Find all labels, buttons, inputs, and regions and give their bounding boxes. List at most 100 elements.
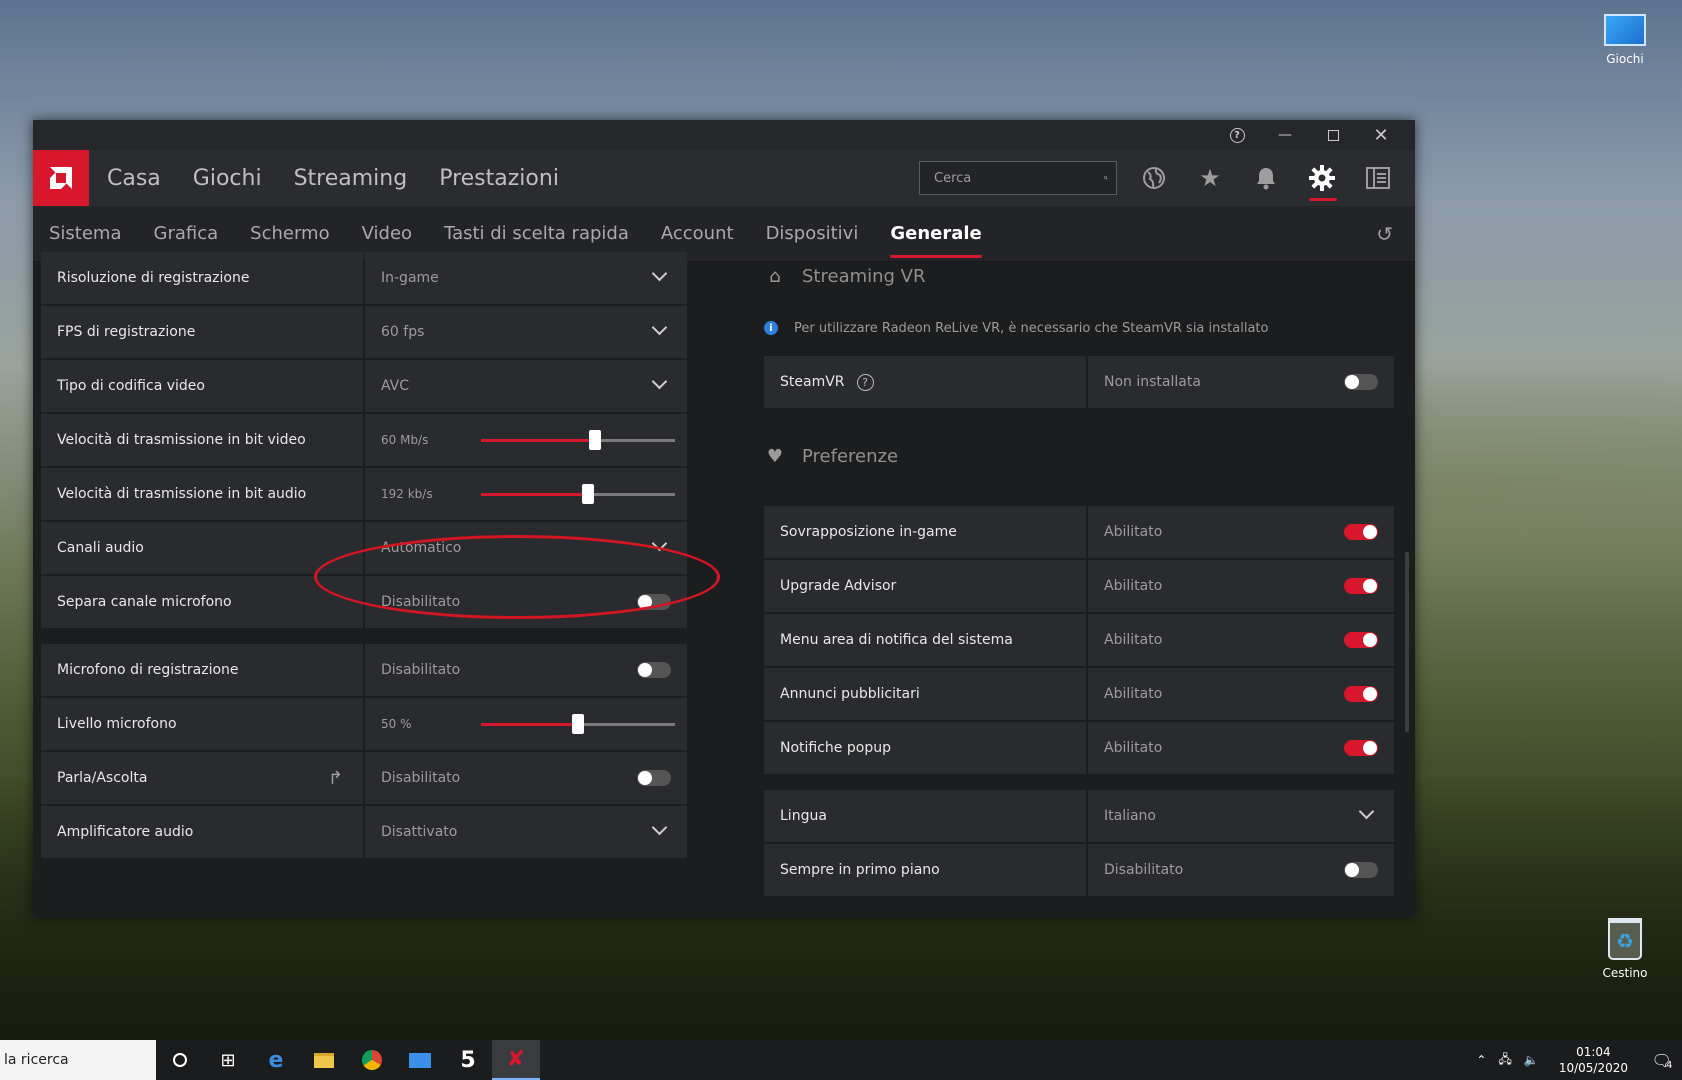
slider-fill (481, 439, 596, 442)
volume-icon[interactable]: 🔈 (1524, 1053, 1539, 1067)
maximize-button[interactable] (1309, 120, 1357, 150)
setting-label: Lingua (764, 790, 1086, 842)
tab-dispositivi[interactable]: Dispositivi (766, 223, 859, 244)
chevron-down-icon (649, 320, 669, 340)
task-view-button[interactable]: ⊞ (204, 1040, 252, 1080)
slider-fill (481, 723, 578, 726)
tab-generale[interactable]: Generale (890, 223, 983, 258)
amd-logo[interactable] (33, 150, 89, 206)
help-icon: ? (1229, 127, 1245, 143)
setting-row-codifica: Tipo di codifica video AVC (41, 360, 687, 412)
monitor-icon (1604, 14, 1646, 46)
setting-value-cell: Disabilitato (365, 752, 687, 804)
slider-thumb[interactable] (581, 484, 594, 504)
reset-icon[interactable]: ↺ (1376, 222, 1393, 246)
mail-button[interactable] (396, 1040, 444, 1080)
language-dropdown[interactable]: Italiano (1088, 790, 1394, 842)
mic-level-slider[interactable] (481, 714, 675, 734)
toggle-knob (1363, 579, 1377, 593)
favorites-button[interactable]: ★ (1193, 161, 1227, 195)
settings-button[interactable] (1305, 161, 1339, 201)
clock[interactable]: 01:04 10/05/2020 (1559, 1044, 1628, 1076)
ads-toggle[interactable] (1344, 686, 1378, 702)
edge-button[interactable]: e (252, 1040, 300, 1080)
desktop-icon-cestino[interactable]: ♻ Cestino (1585, 918, 1665, 980)
title-bar: ? — ✕ (33, 120, 1415, 150)
setting-label: Parla/Ascolta ↱ (41, 752, 363, 804)
overlay-toggle[interactable] (1344, 524, 1378, 540)
top-navigation: Casa Giochi Streaming Prestazioni ★ (33, 150, 1415, 206)
right-settings-panel: ⌂ Streaming VR i Per utilizzare Radeon R… (764, 256, 1394, 898)
action-center-button[interactable]: 🗨 4 (1642, 1050, 1682, 1071)
taskbar-search[interactable]: la ricerca (0, 1040, 156, 1080)
steamvr-toggle[interactable] (1344, 374, 1378, 390)
setting-value-cell: 192 kb/s (365, 468, 687, 520)
toggle-knob (1345, 375, 1359, 389)
nav-tab-casa[interactable]: Casa (107, 166, 161, 191)
resolution-dropdown[interactable]: In-game (365, 252, 687, 304)
setting-row-microfono: Microfono di registrazione Disabilitato (41, 644, 687, 696)
close-button[interactable]: ✕ (1357, 120, 1405, 150)
amd-logo-icon (50, 167, 72, 189)
section-title: Streaming VR (802, 265, 926, 287)
search-icon[interactable] (1104, 169, 1108, 187)
explorer-button[interactable] (300, 1040, 348, 1080)
tab-video[interactable]: Video (362, 223, 412, 244)
minimize-icon: — (1278, 127, 1292, 143)
record-mic-toggle[interactable] (637, 662, 671, 678)
tab-sistema[interactable]: Sistema (49, 223, 122, 244)
setting-label: Livello microfono (41, 698, 363, 750)
tab-tasti-di-scelta-rapida[interactable]: Tasti di scelta rapida (444, 223, 629, 244)
chrome-icon (362, 1050, 382, 1070)
chrome-button[interactable] (348, 1040, 396, 1080)
network-icon[interactable]: 🖧 (1498, 1050, 1511, 1071)
tab-account[interactable]: Account (661, 223, 734, 244)
tab-grafica[interactable]: Grafica (154, 223, 219, 244)
globe-icon (1143, 167, 1165, 189)
audio-bitrate-slider[interactable] (481, 484, 675, 504)
upgrade-advisor-toggle[interactable] (1344, 578, 1378, 594)
info-text: Per utilizzare Radeon ReLive VR, è neces… (794, 320, 1269, 336)
search-input[interactable] (934, 170, 1104, 186)
chevron-up-icon[interactable]: ⌃ (1476, 1053, 1486, 1067)
notifications-button[interactable] (1249, 161, 1283, 195)
share-arrow-icon[interactable]: ↱ (328, 768, 343, 789)
audio-boost-dropdown[interactable]: Disattivato (365, 806, 687, 858)
scrollbar[interactable] (1405, 552, 1409, 732)
setting-value: 192 kb/s (381, 487, 433, 501)
nav-tab-prestazioni[interactable]: Prestazioni (439, 166, 559, 191)
tray-menu-toggle[interactable] (1344, 632, 1378, 648)
help-button[interactable]: ? (1213, 120, 1261, 150)
setting-value-cell: 60 Mb/s (365, 414, 687, 466)
slider-thumb[interactable] (572, 714, 584, 734)
radeon-taskbar-button[interactable]: ✘ (492, 1040, 540, 1080)
setting-value: Italiano (1104, 808, 1156, 824)
tab-schermo[interactable]: Schermo (250, 223, 329, 244)
globe-button[interactable] (1137, 161, 1171, 195)
fps-dropdown[interactable]: 60 fps (365, 306, 687, 358)
app-5-button[interactable]: 5 (444, 1040, 492, 1080)
taskbar-search-text: la ricerca (4, 1052, 69, 1068)
preferences-header: ♥ Preferenze (764, 436, 1394, 476)
toggle-knob (1345, 863, 1359, 877)
recycle-bin-icon: ♻ (1608, 918, 1642, 960)
push-to-talk-toggle[interactable] (637, 770, 671, 786)
setting-value-cell: Abilitato (1088, 722, 1394, 774)
minimize-button[interactable]: — (1261, 120, 1309, 150)
setting-label: Upgrade Advisor (764, 560, 1086, 612)
sidebar-toggle-button[interactable] (1361, 161, 1395, 195)
nav-tab-giochi[interactable]: Giochi (193, 166, 262, 191)
popup-notifications-toggle[interactable] (1344, 740, 1378, 756)
desktop-icon-giochi[interactable]: Giochi (1585, 14, 1665, 66)
slider-thumb[interactable] (589, 430, 602, 450)
codec-dropdown[interactable]: AVC (365, 360, 687, 412)
nav-tab-streaming[interactable]: Streaming (294, 166, 408, 191)
desktop-icon-label: Cestino (1602, 966, 1648, 980)
question-icon[interactable]: ? (856, 373, 874, 391)
video-bitrate-slider[interactable] (481, 430, 675, 450)
always-on-top-toggle[interactable] (1344, 862, 1378, 878)
desktop-icon-label: Giochi (1606, 52, 1644, 66)
setting-row-fps: FPS di registrazione 60 fps (41, 306, 687, 358)
cortana-button[interactable] (156, 1040, 204, 1080)
